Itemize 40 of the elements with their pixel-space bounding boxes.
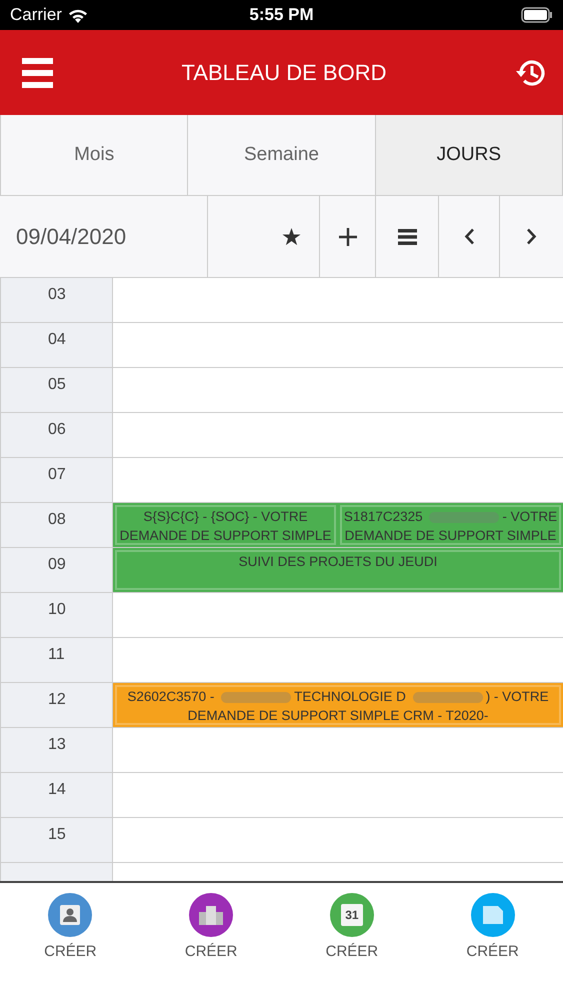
- plus-icon: [338, 226, 358, 246]
- view-tab[interactable]: Semaine: [188, 115, 376, 195]
- carrier-label: Carrier: [10, 5, 62, 25]
- hour-label: 04: [0, 323, 113, 367]
- hour-label: 09: [0, 548, 113, 592]
- page-title: TABLEAU DE BORD: [182, 60, 386, 86]
- hour-label: 13: [0, 728, 113, 772]
- hour-label: 06: [0, 413, 113, 457]
- hour-label: 05: [0, 368, 113, 412]
- calendar-event[interactable]: S{S}C{C} - {SOC} - VOTRE DEMANDE DE SUPPORT SIMPLE: [115, 505, 336, 545]
- hour-label: 10: [0, 593, 113, 637]
- menu-icon[interactable]: [22, 58, 53, 88]
- building-icon: [198, 905, 224, 925]
- contact-card-icon: [59, 904, 82, 926]
- view-tab[interactable]: JOURS: [376, 115, 563, 195]
- chevron-right-icon: [526, 228, 537, 245]
- create-button[interactable]: CRÉER: [452, 893, 533, 999]
- hour-label: 08: [0, 503, 113, 547]
- create-button[interactable]: 31 CRÉER: [312, 893, 392, 999]
- document-icon: [482, 904, 504, 926]
- hour-label: 03: [0, 278, 113, 322]
- view-tab[interactable]: Mois: [1, 115, 188, 195]
- star-icon: [282, 228, 301, 246]
- calendar-icon: 31: [340, 904, 363, 926]
- create-button[interactable]: CRÉER: [171, 893, 252, 999]
- hour-label: 11: [0, 638, 113, 682]
- hour-label: 12: [0, 683, 113, 727]
- chevron-left-icon: [464, 228, 474, 245]
- history-icon[interactable]: [514, 58, 547, 88]
- list-icon: [398, 228, 416, 244]
- hour-label: 15: [0, 818, 113, 862]
- hour-label: 14: [0, 773, 113, 817]
- battery-icon: [521, 7, 553, 23]
- calendar-event[interactable]: SUIVI DES PROJETS DU JEUDI: [115, 550, 561, 590]
- hour-label: 07: [0, 458, 113, 502]
- clock-time: 5:55 PM: [249, 5, 314, 25]
- wifi-icon: [68, 8, 88, 22]
- create-button[interactable]: CRÉER: [30, 893, 110, 999]
- calendar-event[interactable]: S2602C3570 - TECHNOLOGIE D ) - VOTRE DEMANDE DE SUPPORT SIMPLE CRM - T2020-: [115, 685, 561, 725]
- calendar-event[interactable]: S1817C2325 - VOTRE DEMANDE DE SUPPORT SIMPLE: [340, 505, 561, 545]
